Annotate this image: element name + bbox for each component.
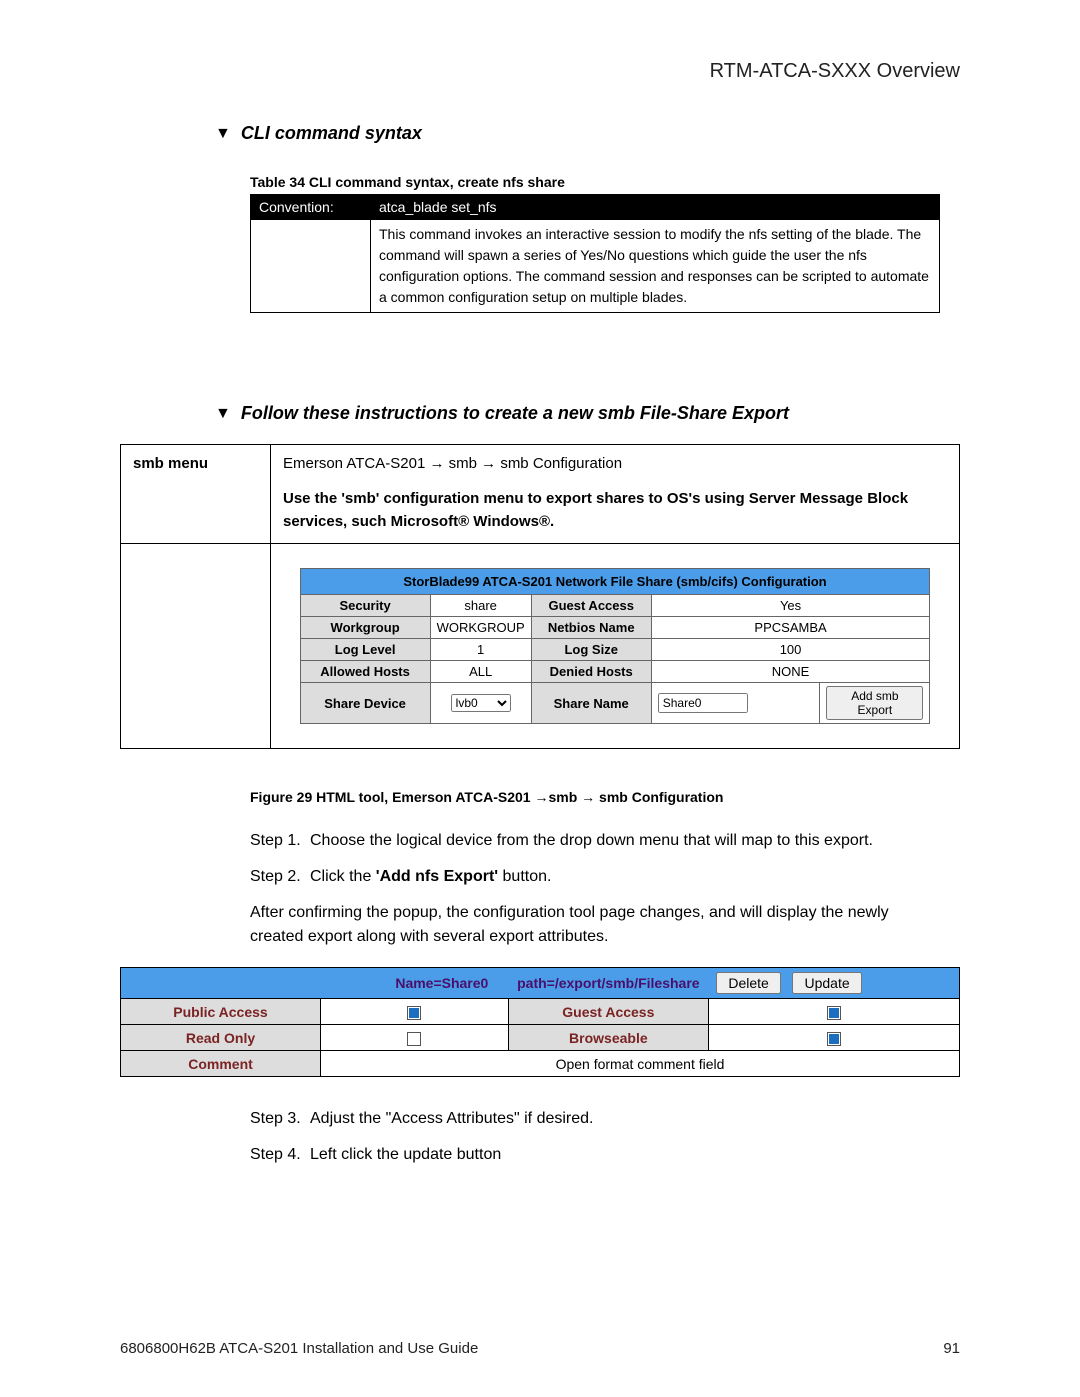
update-button[interactable]: Update <box>792 972 861 994</box>
cfg-security-value: share <box>430 595 531 617</box>
smb-config-table: StorBlade99 ATCA-S201 Network File Share… <box>300 568 931 724</box>
fig-mid: smb <box>548 789 581 805</box>
step2-bold: 'Add nfs Export' <box>376 868 498 885</box>
cfg-guestaccess-value: Yes <box>651 595 930 617</box>
comment-value: Open format comment field <box>321 1051 960 1077</box>
public-access-checkbox[interactable] <box>407 1006 421 1020</box>
cfg-loglevel-label: Log Level <box>300 639 430 661</box>
cfg-allowed-label: Allowed Hosts <box>300 661 430 683</box>
breadcrumb-p1: Emerson ATCA-S201 <box>283 455 425 472</box>
table34-convention-value: atca_blade set_nfs <box>371 195 940 220</box>
smb-menu-desc-cell: Emerson ATCA-S201 → smb → smb Configurat… <box>271 445 960 544</box>
step3-number: Step 3. <box>250 1107 310 1131</box>
cfg-sharename-label: Share Name <box>531 683 651 724</box>
smb-menu-table: smb menu Emerson ATCA-S201 → smb → smb C… <box>120 444 960 749</box>
page-header: RTM-ATCA-SXXX Overview <box>120 60 960 83</box>
cfg-allowed-value: ALL <box>430 661 531 683</box>
step1-text: Choose the logical device from the drop … <box>310 829 960 853</box>
cfg-title: StorBlade99 ATCA-S201 Network File Share… <box>300 569 930 595</box>
guest-access-label: Guest Access <box>508 999 708 1025</box>
cfg-workgroup-value: WORKGROUP <box>430 617 531 639</box>
section-smb-title: Follow these instructions to create a ne… <box>241 403 789 424</box>
step2-pre: Click the <box>310 868 376 885</box>
steps-block-1: Step 1. Choose the logical device from t… <box>250 829 960 889</box>
export-top-spacer <box>121 968 321 999</box>
arrow-icon: → <box>481 455 496 472</box>
cfg-guestaccess-label: Guest Access <box>531 595 651 617</box>
export-table: Name=Share0 path=/export/smb/Fileshare D… <box>120 967 960 1077</box>
footer-left: 6806800H62B ATCA-S201 Installation and U… <box>120 1340 478 1357</box>
share-device-select[interactable]: lvb0 <box>451 694 511 712</box>
read-only-label: Read Only <box>121 1025 321 1051</box>
fig-post: smb Configuration <box>595 789 723 805</box>
step4-number: Step 4. <box>250 1143 310 1167</box>
export-path: path=/export/smb/Fileshare <box>508 968 708 999</box>
section-cli-heading: ▼ CLI command syntax <box>215 123 960 144</box>
arrow-icon: → <box>534 789 548 805</box>
guest-access-checkbox[interactable] <box>827 1006 841 1020</box>
figure29-caption: Figure 29 HTML tool, Emerson ATCA-S201 →… <box>250 789 960 805</box>
table34-convention-label: Convention: <box>251 195 371 220</box>
cfg-sharedevice-cell: lvb0 <box>430 683 531 724</box>
step2-post: button. <box>498 868 551 885</box>
breadcrumb-p2: smb <box>449 455 477 472</box>
triangle-icon: ▼ <box>215 405 231 423</box>
browseable-check-cell <box>708 1025 959 1051</box>
cfg-netbios-value: PPCSAMBA <box>651 617 930 639</box>
guest-access-check-cell <box>708 999 959 1025</box>
fig-pre: Figure 29 HTML tool, Emerson ATCA-S201 <box>250 789 534 805</box>
breadcrumb-p3: smb Configuration <box>500 455 622 472</box>
export-buttons-cell: Delete Update <box>708 968 959 999</box>
cfg-workgroup-label: Workgroup <box>300 617 430 639</box>
public-access-label: Public Access <box>121 999 321 1025</box>
section-cli-title: CLI command syntax <box>241 123 422 144</box>
footer-page-number: 91 <box>943 1340 960 1357</box>
smb-cfg-label-cell <box>121 544 271 749</box>
step4-text: Left click the update button <box>310 1143 960 1167</box>
cfg-addexport-cell: Add smb Export <box>820 683 930 724</box>
browseable-label: Browseable <box>508 1025 708 1051</box>
cfg-denied-label: Denied Hosts <box>531 661 651 683</box>
smb-description: Use the 'smb' configuration menu to expo… <box>283 488 947 533</box>
public-access-check-cell <box>321 999 509 1025</box>
cfg-loglevel-value: 1 <box>430 639 531 661</box>
read-only-check-cell <box>321 1025 509 1051</box>
arrow-icon: → <box>581 789 595 805</box>
steps-block-2: Step 3. Adjust the "Access Attributes" i… <box>250 1107 960 1167</box>
comment-label: Comment <box>121 1051 321 1077</box>
cfg-sharename-cell <box>651 683 820 724</box>
export-name: Name=Share0 <box>321 968 509 999</box>
cfg-sharedevice-label: Share Device <box>300 683 430 724</box>
cfg-denied-value: NONE <box>651 661 930 683</box>
smb-breadcrumb: Emerson ATCA-S201 → smb → smb Configurat… <box>283 455 947 472</box>
cfg-netbios-label: Netbios Name <box>531 617 651 639</box>
step3-text: Adjust the "Access Attributes" if desire… <box>310 1107 960 1131</box>
cfg-logsize-label: Log Size <box>531 639 651 661</box>
table34-empty <box>251 220 371 313</box>
table34-description: This command invokes an interactive sess… <box>371 220 940 313</box>
triangle-icon: ▼ <box>215 125 231 143</box>
table34: Convention: atca_blade set_nfs This comm… <box>250 194 940 313</box>
after-confirm-text: After confirming the popup, the configur… <box>250 901 930 949</box>
cfg-security-label: Security <box>300 595 430 617</box>
table34-caption: Table 34 CLI command syntax, create nfs … <box>250 174 960 190</box>
add-smb-export-button[interactable]: Add smb Export <box>826 686 923 720</box>
cfg-logsize-value: 100 <box>651 639 930 661</box>
step2-text: Click the 'Add nfs Export' button. <box>310 865 960 889</box>
smb-menu-label: smb menu <box>121 445 271 544</box>
arrow-icon: → <box>429 455 444 472</box>
smb-desc-pre: Use the <box>283 490 341 507</box>
read-only-checkbox[interactable] <box>407 1032 421 1046</box>
step2-number: Step 2. <box>250 865 310 889</box>
delete-button[interactable]: Delete <box>716 972 780 994</box>
smb-cfg-cell: StorBlade99 ATCA-S201 Network File Share… <box>271 544 960 749</box>
section-smb-heading: ▼ Follow these instructions to create a … <box>215 403 960 424</box>
step1-number: Step 1. <box>250 829 310 853</box>
share-name-input[interactable] <box>658 693 748 713</box>
smb-desc-bold: 'smb' <box>341 490 379 507</box>
browseable-checkbox[interactable] <box>827 1032 841 1046</box>
page-footer: 6806800H62B ATCA-S201 Installation and U… <box>120 1340 960 1357</box>
